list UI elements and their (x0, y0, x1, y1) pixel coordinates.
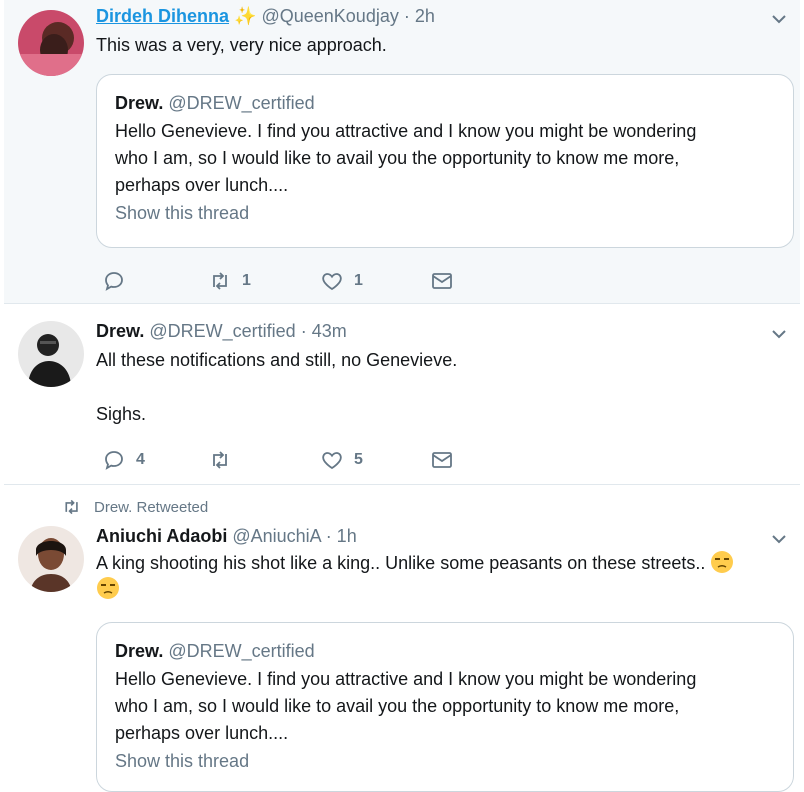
retweet-count: 1 (242, 272, 251, 289)
quote-line: Hello Genevieve. I find you attractive a… (115, 121, 697, 141)
unamused-face-emoji (97, 577, 119, 599)
message-button[interactable] (430, 445, 454, 475)
tweet-header: Drew. @DREW_certified · 43m (96, 321, 347, 342)
author-name[interactable]: Drew. (96, 321, 144, 341)
heart-icon (322, 452, 342, 470)
like-count: 1 (354, 272, 363, 289)
retweet-icon (213, 451, 227, 469)
retweet-context[interactable]: Drew. Retweeted (62, 498, 208, 516)
retweet-button[interactable] (208, 445, 242, 475)
reply-icon (105, 451, 123, 470)
tweet-header: Aniuchi Adaobi @AniuchiA · 1h (96, 526, 357, 547)
tweet-text: All these notifications and still, no Ge… (96, 350, 458, 370)
chevron-down-icon[interactable] (768, 8, 790, 30)
tweet-text: A king shooting his shot like a king.. U… (96, 550, 796, 602)
tweet-text-body: A king shooting his shot like a king.. U… (96, 553, 706, 573)
quote-author-handle: @DREW_certified (168, 641, 315, 661)
quote-text: Hello Genevieve. I find you attractive a… (115, 666, 775, 747)
quote-line: who I am, so I would like to avail you t… (115, 696, 680, 716)
like-count: 5 (354, 451, 363, 468)
like-button[interactable]: 5 (320, 445, 363, 475)
quote-author-handle: @DREW_certified (168, 93, 315, 113)
tweet-time[interactable]: · 43m (301, 321, 347, 341)
quote-author-name: Drew. (115, 641, 164, 661)
message-button[interactable] (430, 266, 454, 296)
heart-icon (322, 273, 342, 291)
quote-header: Drew. @DREW_certified (115, 641, 775, 662)
show-thread-link[interactable]: Show this thread (115, 751, 775, 772)
retweet-icon (213, 272, 227, 290)
unamused-face-emoji (711, 551, 734, 573)
author-name[interactable]: Aniuchi Adaobi (96, 526, 227, 546)
retweeted-by-label: Drew. Retweeted (94, 498, 209, 516)
avatar[interactable] (18, 526, 84, 592)
author-handle[interactable]: @AniuchiA (232, 526, 320, 546)
tweet-actions: 1 1 (96, 266, 496, 296)
tweet-actions: 4 5 (96, 445, 496, 475)
avatar[interactable] (18, 10, 84, 76)
reply-count: 4 (136, 451, 145, 468)
tweet[interactable]: Drew. Retweeted Aniuchi Adaobi @AniuchiA… (4, 486, 800, 792)
tweet-text: Sighs. (96, 404, 147, 424)
reply-button[interactable] (102, 266, 136, 296)
reply-button[interactable]: 4 (102, 445, 145, 475)
show-thread-link[interactable]: Show this thread (115, 203, 775, 224)
envelope-icon (432, 452, 452, 468)
sparkles-emoji: ✨ (234, 6, 257, 26)
chevron-down-icon[interactable] (768, 323, 790, 345)
tweet-header: Dirdeh Dihenna ✨ @QueenKoudjay · 2h (96, 6, 435, 27)
author-handle[interactable]: @QueenKoudjay (261, 6, 398, 26)
quote-line: perhaps over lunch.... (115, 723, 289, 743)
tweet-text: This was a very, very nice approach. (96, 35, 387, 55)
quote-line: who I am, so I would like to avail you t… (115, 148, 680, 168)
chevron-down-icon[interactable] (768, 528, 790, 550)
author-handle[interactable]: @DREW_certified (149, 321, 295, 341)
envelope-icon (432, 273, 452, 289)
tweet-time[interactable]: · 1h (326, 526, 357, 546)
author-name[interactable]: Dirdeh Dihenna (96, 6, 229, 26)
quote-header: Drew. @DREW_certified (115, 93, 775, 114)
tweet-time[interactable]: · 2h (404, 6, 435, 26)
quoted-tweet[interactable]: Drew. @DREW_certified Hello Genevieve. I… (96, 622, 794, 792)
quote-text: Hello Genevieve. I find you attractive a… (115, 118, 775, 199)
quote-line: Hello Genevieve. I find you attractive a… (115, 669, 697, 689)
quote-line: perhaps over lunch.... (115, 175, 289, 195)
reply-icon (105, 272, 123, 291)
avatar[interactable] (18, 321, 84, 387)
quote-author-name: Drew. (115, 93, 164, 113)
tweet[interactable]: Dirdeh Dihenna ✨ @QueenKoudjay · 2h This… (4, 0, 800, 304)
retweet-icon (65, 499, 78, 515)
like-button[interactable]: 1 (320, 266, 363, 296)
quoted-tweet[interactable]: Drew. @DREW_certified Hello Genevieve. I… (96, 74, 794, 248)
retweet-button[interactable]: 1 (208, 266, 251, 296)
tweet[interactable]: Drew. @DREW_certified · 43m All these no… (4, 305, 800, 485)
